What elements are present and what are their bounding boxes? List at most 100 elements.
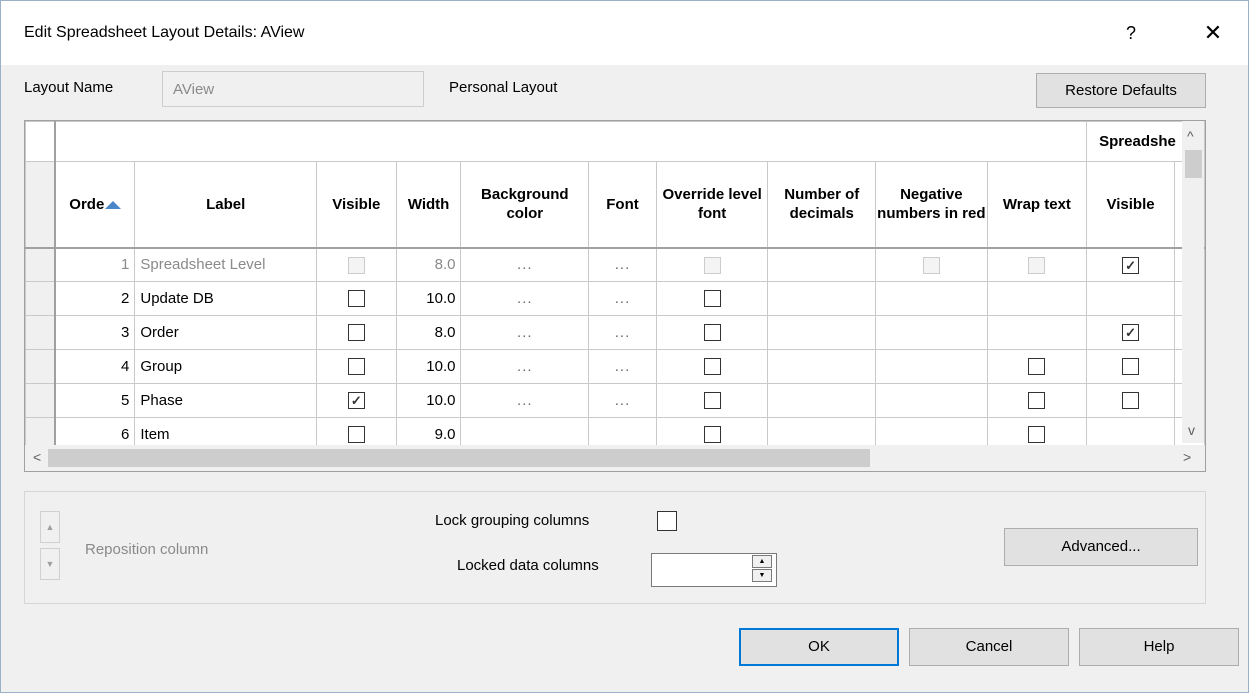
wrap-text-checkbox[interactable] [1028, 358, 1046, 376]
col-header-number-of-decimals[interactable]: Number of decimals [767, 161, 877, 249]
override-font-cell[interactable] [655, 315, 769, 350]
row-selector[interactable] [25, 247, 57, 282]
col-header-wrap-text[interactable]: Wrap text [986, 161, 1088, 249]
visible-cell[interactable] [315, 315, 397, 350]
grid-table: Spreadshe Orde Label Visible Width Backg… [25, 121, 1205, 452]
label-cell[interactable]: Phase [134, 383, 317, 418]
col-header-width[interactable]: Width [395, 161, 462, 249]
table-row[interactable]: 3 Order 8.0 ... ... ✓ [25, 315, 1205, 350]
label-cell[interactable]: Order [134, 315, 317, 350]
ok-button[interactable]: OK [739, 628, 899, 666]
spreadsheet-visible-checkbox[interactable] [1122, 358, 1140, 376]
spreadsheet-visible-checkbox[interactable]: ✓ [1122, 256, 1140, 274]
spreadsheet-visible-cell[interactable]: ✓ [1086, 247, 1175, 282]
col-header-label[interactable]: Label [134, 161, 317, 249]
wrap-text-checkbox[interactable] [1028, 392, 1046, 410]
personal-layout-label: Personal Layout [449, 79, 558, 96]
wrap-text-cell[interactable] [986, 383, 1088, 418]
font-cell[interactable]: ... [588, 315, 657, 350]
table-row[interactable]: 1 Spreadsheet Level 8.0 ... ... ✓ [25, 247, 1205, 282]
override-font-cell[interactable] [655, 281, 769, 316]
spreadsheet-visible-cell[interactable]: ✓ [1086, 315, 1175, 350]
lock-grouping-checkbox[interactable] [657, 511, 677, 531]
horizontal-scroll-thumb[interactable] [48, 449, 870, 467]
override-font-cell[interactable] [655, 349, 769, 384]
row-selector[interactable] [25, 315, 57, 350]
background-color-cell[interactable]: ... [460, 281, 590, 316]
advanced-button[interactable]: Advanced... [1004, 528, 1198, 566]
visible-cell[interactable]: ✓ [315, 383, 397, 418]
window-title: Edit Spreadsheet Layout Details: AView [24, 24, 305, 41]
override-font-cell[interactable] [655, 383, 769, 418]
negative-red-cell [875, 315, 988, 350]
wrap-text-cell[interactable] [986, 349, 1088, 384]
visible-cell[interactable] [315, 281, 397, 316]
col-header-negative-numbers-red[interactable]: Negative numbers in red [875, 161, 988, 249]
scroll-right-icon[interactable]: > [1183, 449, 1191, 465]
col-header-background-color[interactable]: Background color [460, 161, 590, 249]
decimals-cell [767, 315, 877, 350]
row-selector[interactable] [25, 383, 57, 418]
wrap-text-checkbox[interactable] [1028, 426, 1046, 444]
col-header-font[interactable]: Font [588, 161, 657, 249]
override-font-checkbox[interactable] [703, 324, 721, 342]
help-button[interactable]: Help [1079, 628, 1239, 666]
layout-name-input[interactable]: AView [162, 71, 424, 107]
scroll-up-icon[interactable]: ^ [1187, 128, 1194, 144]
order-cell: 1 [54, 247, 136, 282]
visible-checkbox[interactable] [347, 426, 365, 444]
layout-grid: Spreadshe Orde Label Visible Width Backg… [24, 120, 1206, 472]
vertical-scroll-thumb[interactable] [1185, 150, 1202, 178]
width-cell[interactable]: 10.0 [395, 383, 462, 418]
font-cell[interactable]: ... [588, 383, 657, 418]
width-cell[interactable]: 10.0 [395, 349, 462, 384]
label-cell[interactable]: Update DB [134, 281, 317, 316]
close-icon[interactable]: ✕ [1193, 15, 1233, 51]
col-header-spreadsheet-visible[interactable]: Visible [1086, 161, 1175, 249]
font-cell[interactable]: ... [588, 349, 657, 384]
negative-red-cell [875, 349, 988, 384]
visible-checkbox [347, 256, 365, 274]
label-cell[interactable]: Group [134, 349, 317, 384]
row-selector[interactable] [25, 281, 57, 316]
width-cell[interactable]: 10.0 [395, 281, 462, 316]
restore-defaults-button[interactable]: Restore Defaults [1036, 73, 1206, 108]
background-color-cell[interactable]: ... [460, 315, 590, 350]
lock-grouping-label: Lock grouping columns [435, 512, 590, 529]
table-row[interactable]: 4 Group 10.0 ... ... [25, 349, 1205, 384]
width-cell[interactable]: 8.0 [395, 315, 462, 350]
col-header-visible[interactable]: Visible [315, 161, 397, 249]
override-font-checkbox[interactable] [703, 392, 721, 410]
override-font-checkbox[interactable] [703, 358, 721, 376]
decimals-cell [767, 383, 877, 418]
visible-checkbox[interactable] [347, 358, 365, 376]
visible-checkbox[interactable] [347, 324, 365, 342]
background-color-cell[interactable]: ... [460, 349, 590, 384]
visible-cell [315, 247, 397, 282]
col-header-order[interactable]: Orde [54, 161, 136, 249]
table-row[interactable]: 5 Phase ✓ 10.0 ... ... [25, 383, 1205, 418]
sort-ascending-icon [105, 200, 122, 209]
spreadsheet-visible-checkbox[interactable]: ✓ [1122, 324, 1140, 342]
visible-checkbox[interactable]: ✓ [347, 392, 365, 410]
label-cell[interactable]: Spreadsheet Level [134, 247, 317, 282]
spin-down-button[interactable]: ▼ [752, 569, 772, 582]
scroll-down-icon[interactable]: v [1188, 422, 1195, 438]
scroll-left-icon[interactable]: < [33, 449, 41, 465]
font-cell[interactable]: ... [588, 281, 657, 316]
background-color-cell[interactable]: ... [460, 383, 590, 418]
spreadsheet-visible-cell[interactable] [1086, 383, 1175, 418]
override-font-checkbox[interactable] [703, 426, 721, 444]
visible-cell[interactable] [315, 349, 397, 384]
table-row[interactable]: 2 Update DB 10.0 ... ... [25, 281, 1205, 316]
spreadsheet-visible-cell[interactable] [1086, 349, 1175, 384]
spin-up-button[interactable]: ▲ [752, 555, 772, 568]
spreadsheet-visible-checkbox[interactable] [1122, 392, 1140, 410]
column-header-row: Orde Label Visible Width Background colo… [25, 161, 1205, 249]
visible-checkbox[interactable] [347, 290, 365, 308]
override-font-checkbox[interactable] [703, 290, 721, 308]
help-icon[interactable]: ? [1111, 15, 1151, 51]
col-header-override-level-font[interactable]: Override level font [655, 161, 769, 249]
cancel-button[interactable]: Cancel [909, 628, 1069, 666]
row-selector[interactable] [25, 349, 57, 384]
